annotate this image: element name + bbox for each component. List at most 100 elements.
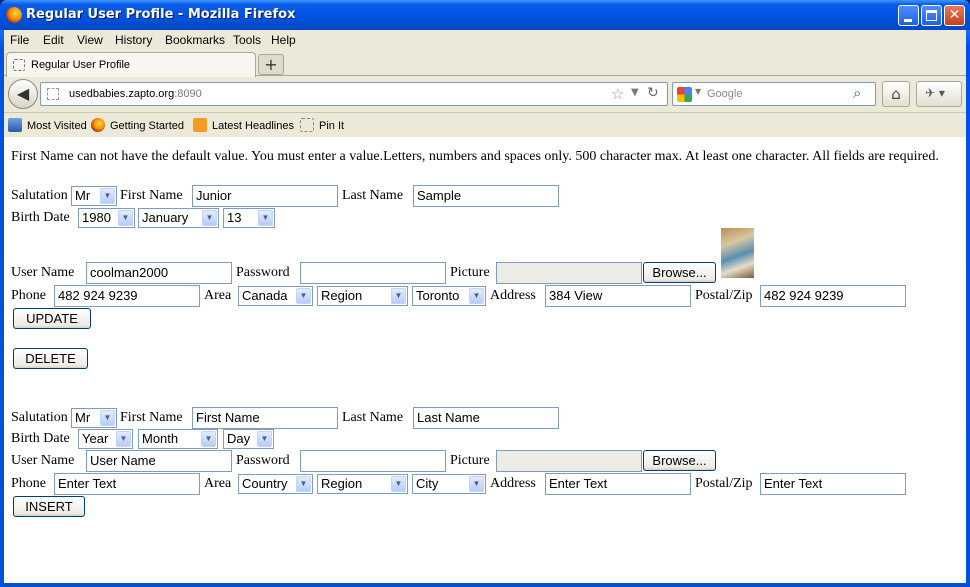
home-button[interactable]: ⌂	[882, 81, 910, 107]
insert-browse-button[interactable]: Browse...	[643, 450, 716, 471]
menu-tools[interactable]: Tools	[233, 33, 261, 47]
menu-bar: File Edit View History Bookmarks Tools H…	[4, 30, 966, 50]
search-bar[interactable]: ▼ Google ⌕	[672, 82, 876, 106]
page-icon	[13, 59, 25, 71]
menu-view[interactable]: View	[77, 33, 103, 47]
address-field[interactable]: 384 View	[545, 285, 691, 307]
password-field[interactable]	[300, 262, 446, 284]
picture-label: Picture	[450, 265, 490, 280]
url-bar[interactable]: usedbabies.zapto.org:8090 ☆ ▼ ↻	[40, 82, 668, 106]
menu-help[interactable]: Help	[271, 33, 296, 47]
url-history-dropdown-icon[interactable]: ▼	[631, 87, 639, 98]
bookmark-star-icon[interactable]: ☆	[611, 85, 624, 103]
bookmark-most-visited[interactable]: Most Visited	[8, 118, 87, 132]
insert-picture-file-field[interactable]	[496, 450, 642, 472]
insert-last-name-field[interactable]: Last Name	[413, 407, 559, 429]
profile-picture-thumbnail	[721, 228, 754, 278]
insert-user-name-field[interactable]: User Name	[86, 450, 232, 472]
bookmark-label: Getting Started	[110, 120, 184, 132]
url-port: :8090	[174, 88, 202, 100]
insert-button[interactable]: INSERT	[13, 496, 85, 517]
user-name-field[interactable]: coolman2000	[86, 262, 232, 284]
addon-button[interactable]: ✈ ▾	[916, 81, 962, 107]
url-text[interactable]: usedbabies.zapto.org:8090	[69, 88, 202, 100]
insert-country-select[interactable]: Country ▼	[238, 474, 313, 494]
maximize-button[interactable]	[921, 5, 942, 26]
bookmark-label: Latest Headlines	[212, 120, 294, 132]
area-label: Area	[204, 476, 232, 491]
postal-field[interactable]: 482 924 9239	[760, 285, 906, 307]
phone-field[interactable]: 482 924 9239	[54, 285, 200, 307]
dropdown-arrow-icon: ▼	[391, 288, 406, 304]
menu-bookmarks[interactable]: Bookmarks	[165, 33, 225, 47]
selected-value: Canada	[242, 288, 288, 303]
birth-day-select[interactable]: 13 ▼	[223, 208, 275, 228]
address-label: Address	[490, 288, 536, 303]
selected-value: Toronto	[416, 288, 460, 303]
insert-city-select[interactable]: City ▼	[412, 474, 486, 494]
dropdown-arrow-icon: ▼	[391, 476, 406, 492]
bookmark-label: Pin It	[319, 120, 345, 132]
insert-birth-month-select[interactable]: Month ▼	[138, 429, 218, 449]
tab-strip: Regular User Profile +	[4, 50, 966, 77]
insert-region-select[interactable]: Region ▼	[317, 474, 408, 494]
insert-password-field[interactable]	[300, 450, 446, 472]
search-icon[interactable]: ⌕	[853, 84, 861, 102]
birth-year-select[interactable]: 1980 ▼	[78, 208, 135, 228]
city-select[interactable]: Toronto ▼	[412, 286, 486, 306]
menu-edit[interactable]: Edit	[43, 33, 64, 47]
new-tab-button[interactable]: +	[258, 54, 284, 75]
picture-file-field[interactable]	[496, 262, 642, 284]
rss-feed-icon	[193, 118, 207, 132]
selected-value: Year	[82, 431, 109, 446]
salutation-select[interactable]: Mr ▼	[71, 186, 117, 206]
region-select[interactable]: Region ▼	[317, 286, 408, 306]
insert-birth-day-select[interactable]: Day ▼	[223, 429, 274, 449]
country-select[interactable]: Canada ▼	[238, 286, 313, 306]
firefox-icon	[6, 7, 22, 23]
title-bar[interactable]: Regular User Profile - Mozilla Firefox ✕	[0, 0, 970, 30]
reload-icon[interactable]: ↻	[647, 85, 659, 101]
selected-value: January	[142, 210, 189, 225]
last-name-label: Last Name	[342, 188, 404, 203]
insert-first-name-field[interactable]: First Name	[192, 407, 338, 429]
birth-month-select[interactable]: January ▼	[138, 208, 219, 228]
last-name-field[interactable]: Sample	[413, 185, 559, 207]
browser-window: Regular User Profile - Mozilla Firefox ✕…	[0, 0, 970, 587]
first-name-field[interactable]: Junior	[192, 185, 338, 207]
phone-label: Phone	[11, 288, 46, 303]
close-button[interactable]: ✕	[944, 5, 965, 26]
bookmark-pin-it[interactable]: Pin It	[300, 118, 344, 132]
engine-dropdown-icon[interactable]: ▼	[695, 87, 701, 96]
dropdown-arrow-icon: ▼	[296, 476, 311, 492]
back-button[interactable]: ◀	[8, 79, 38, 109]
dropdown-arrow-icon: ▼	[296, 288, 311, 304]
menu-history[interactable]: History	[115, 33, 152, 47]
google-engine-icon[interactable]	[677, 87, 692, 102]
insert-phone-field[interactable]: Enter Text	[54, 473, 200, 495]
insert-address-field[interactable]: Enter Text	[545, 473, 691, 495]
validation-message: First Name can not have the default valu…	[11, 149, 939, 164]
menu-file[interactable]: File	[10, 33, 29, 47]
insert-postal-field[interactable]: Enter Text	[760, 473, 906, 495]
update-button[interactable]: UPDATE	[13, 308, 91, 329]
selected-value: 1980	[82, 210, 111, 225]
minimize-button[interactable]	[898, 5, 919, 26]
address-label: Address	[490, 476, 536, 491]
site-identity-icon[interactable]	[47, 88, 59, 100]
selected-value: Month	[142, 431, 179, 446]
tab-regular-user-profile[interactable]: Regular User Profile	[6, 52, 256, 77]
bookmark-latest-headlines[interactable]: Latest Headlines	[193, 118, 294, 132]
browse-button[interactable]: Browse...	[643, 262, 716, 283]
postal-label: Postal/Zip	[695, 288, 753, 303]
insert-birth-year-select[interactable]: Year ▼	[78, 429, 133, 449]
selected-value: Mr	[75, 188, 91, 203]
first-name-label: First Name	[120, 410, 183, 425]
addon-icon: ✈ ▾	[925, 86, 945, 100]
dropdown-arrow-icon: ▼	[116, 431, 131, 447]
delete-button[interactable]: DELETE	[13, 348, 88, 369]
page-icon	[300, 118, 314, 132]
insert-salutation-select[interactable]: Mr ▼	[71, 408, 117, 428]
maximize-icon	[926, 10, 937, 21]
bookmark-getting-started[interactable]: Getting Started	[91, 118, 184, 132]
